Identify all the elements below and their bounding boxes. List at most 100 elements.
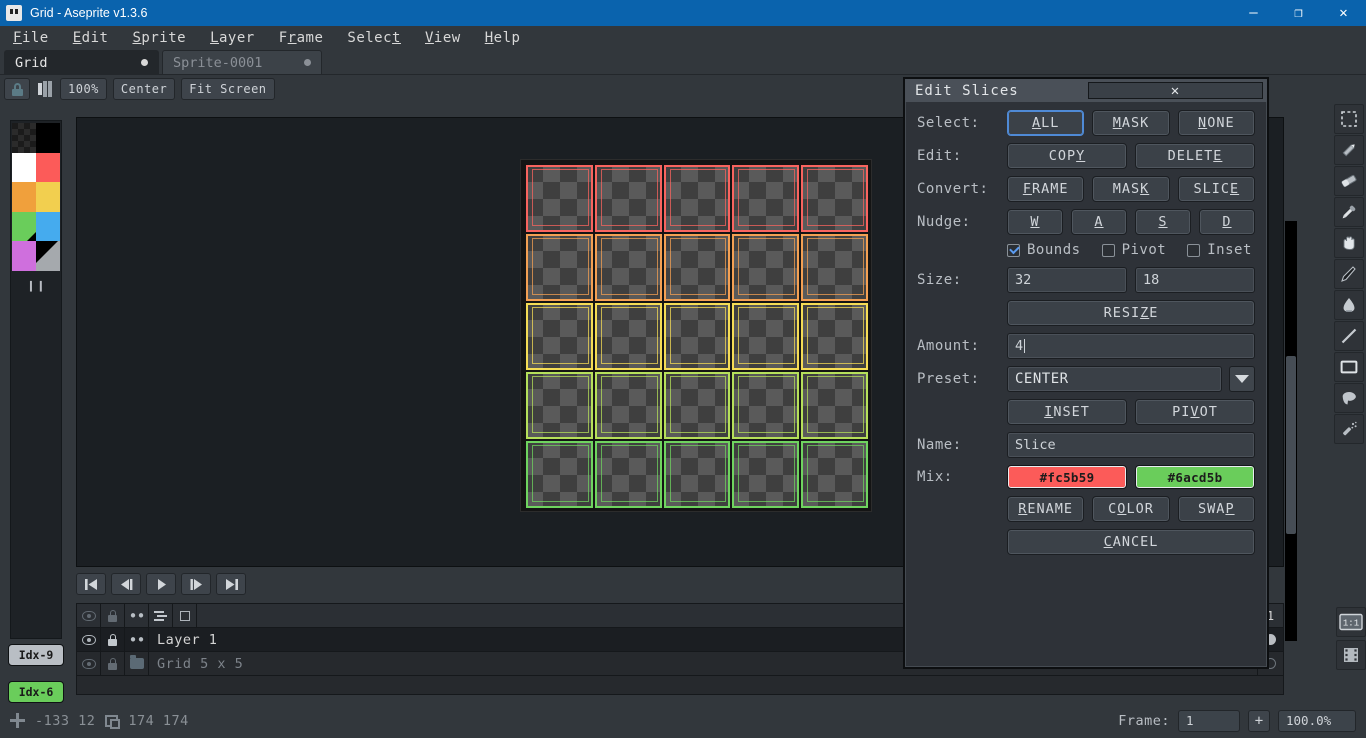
eyedropper-tool[interactable] xyxy=(1334,197,1364,227)
header-lock-cell[interactable] xyxy=(101,603,125,628)
zoom-field[interactable]: 100.0% xyxy=(1278,709,1356,732)
scrollbar-thumb[interactable] xyxy=(1286,356,1296,534)
palette-color-blue[interactable] xyxy=(36,211,60,242)
bounds-checkbox[interactable] xyxy=(1007,243,1020,257)
first-frame-button[interactable] xyxy=(76,573,106,595)
hand-tool[interactable] xyxy=(1334,228,1364,258)
slice-cell[interactable] xyxy=(801,234,868,301)
document-tab-grid[interactable]: Grid xyxy=(4,50,159,74)
eraser-tool[interactable] xyxy=(1334,166,1364,196)
last-frame-button[interactable] xyxy=(216,573,246,595)
slice-cell[interactable] xyxy=(526,372,593,439)
slice-cell[interactable] xyxy=(801,441,868,508)
palette-color-magenta[interactable] xyxy=(12,241,36,271)
layer-continuous-toggle[interactable]: •• xyxy=(125,627,149,652)
layer-visibility-toggle[interactable] xyxy=(77,627,101,652)
slice-cell[interactable] xyxy=(732,372,800,439)
slice-cell[interactable] xyxy=(663,165,731,232)
slice-cell[interactable] xyxy=(663,441,731,508)
new-layer-button[interactable] xyxy=(173,603,197,628)
palette-color-orange[interactable] xyxy=(12,182,36,212)
mix-color-swatch-red[interactable]: #fc5b59 xyxy=(1007,465,1127,489)
resize-button[interactable]: RESI Z E xyxy=(1007,300,1255,326)
slice-cell[interactable] xyxy=(594,372,662,439)
palette-color-gray[interactable] xyxy=(36,241,60,271)
rectangular-marquee-tool[interactable] xyxy=(1334,104,1364,134)
rectangle-tool[interactable] xyxy=(1334,352,1364,382)
palette-color-transparent[interactable] xyxy=(12,123,36,153)
color-button[interactable]: C O LOR xyxy=(1092,496,1170,522)
name-input[interactable]: Slice xyxy=(1007,432,1255,458)
slice-cell[interactable] xyxy=(663,372,731,439)
rename-button[interactable]: R ENAME xyxy=(1007,496,1085,522)
amount-input[interactable]: 4 xyxy=(1007,333,1255,359)
center-button[interactable]: Center xyxy=(112,78,176,100)
slice-cell[interactable] xyxy=(526,234,593,301)
add-frame-button[interactable]: + xyxy=(1248,709,1270,732)
spray-tool[interactable] xyxy=(1334,414,1364,444)
lock-toggle-button[interactable] xyxy=(4,78,30,100)
preset-combo[interactable]: CENTER xyxy=(1007,366,1222,392)
play-button[interactable] xyxy=(146,573,176,595)
index-chip-9[interactable]: Idx-9 xyxy=(8,644,64,666)
menu-select[interactable]: Select xyxy=(342,28,406,48)
delete-button[interactable]: DELET E xyxy=(1135,143,1255,169)
zoom-1to1-button[interactable]: 1:1 xyxy=(1336,607,1366,637)
slice-cell[interactable] xyxy=(594,234,662,301)
palette-color-red[interactable] xyxy=(36,152,60,183)
menu-edit[interactable]: Edit xyxy=(68,28,114,48)
inset-button[interactable]: I NSET xyxy=(1007,399,1127,425)
slice-cell[interactable] xyxy=(801,372,868,439)
header-eye-cell[interactable] xyxy=(77,603,101,628)
slice-cell[interactable] xyxy=(801,165,868,232)
previous-frame-button[interactable] xyxy=(111,573,141,595)
slice-cell[interactable] xyxy=(594,441,662,508)
palette-color-white[interactable] xyxy=(12,152,36,183)
select-all-button[interactable]: A LL xyxy=(1007,110,1085,136)
slice-cell[interactable] xyxy=(594,165,662,232)
palette-color-green[interactable] xyxy=(12,211,36,242)
index-chip-6[interactable]: Idx-6 xyxy=(8,681,64,703)
menu-view[interactable]: View xyxy=(420,28,466,48)
canvas-vertical-scrollbar[interactable] xyxy=(1285,221,1297,641)
close-button[interactable]: ✕ xyxy=(1321,0,1366,26)
next-frame-button[interactable] xyxy=(181,573,211,595)
cancel-button[interactable]: C ANCEL xyxy=(1007,529,1255,555)
layer-lock-toggle[interactable] xyxy=(101,627,125,652)
slice-cell[interactable] xyxy=(732,165,800,232)
close-icon[interactable]: ✕ xyxy=(1088,82,1263,99)
layer-group-folder[interactable] xyxy=(125,651,149,676)
menu-layer[interactable]: Layer xyxy=(205,28,260,48)
slice-cell[interactable] xyxy=(732,234,800,301)
pencil-tool[interactable] xyxy=(1334,135,1364,165)
select-mask-button[interactable]: M ASK xyxy=(1092,110,1170,136)
document-tab-sprite-0001[interactable]: Sprite-0001 xyxy=(162,50,322,74)
paint-bucket-tool[interactable] xyxy=(1334,290,1364,320)
slice-cell[interactable] xyxy=(732,441,800,508)
dialog-title-bar[interactable]: Edit Slices ✕ xyxy=(905,79,1267,102)
fit-screen-button[interactable]: Fit Screen xyxy=(181,78,275,100)
convert-frame-button[interactable]: F RAME xyxy=(1007,176,1085,202)
nudge-right-button[interactable]: D xyxy=(1199,209,1255,235)
nudge-left-button[interactable]: A xyxy=(1071,209,1127,235)
frame-field[interactable]: 1 xyxy=(1178,709,1240,732)
menu-sprite[interactable]: Sprite xyxy=(127,28,191,48)
grid-settings-icon[interactable] xyxy=(38,81,52,97)
size-height-input[interactable]: 18 xyxy=(1135,267,1255,293)
pivot-checkbox[interactable] xyxy=(1101,243,1115,257)
nudge-up-button[interactable]: W xyxy=(1007,209,1063,235)
zoom-100-button[interactable]: 100% xyxy=(60,78,107,100)
line-tool[interactable] xyxy=(1334,321,1364,351)
menu-file[interactable]: File xyxy=(8,28,54,48)
slice-cell[interactable] xyxy=(801,303,868,370)
copy-button[interactable]: COP Y xyxy=(1007,143,1127,169)
convert-mask-button[interactable]: MAS K xyxy=(1092,176,1170,202)
slice-cell[interactable] xyxy=(594,303,662,370)
mix-color-swatch-green[interactable]: #6acd5b xyxy=(1135,465,1255,489)
slice-cell[interactable] xyxy=(663,234,731,301)
film-strip-button[interactable] xyxy=(1336,640,1366,670)
inset-checkbox[interactable] xyxy=(1187,243,1201,257)
chevron-down-icon[interactable] xyxy=(1229,366,1255,392)
palette-color-black[interactable] xyxy=(36,123,60,153)
lasso-tool[interactable] xyxy=(1334,383,1364,413)
